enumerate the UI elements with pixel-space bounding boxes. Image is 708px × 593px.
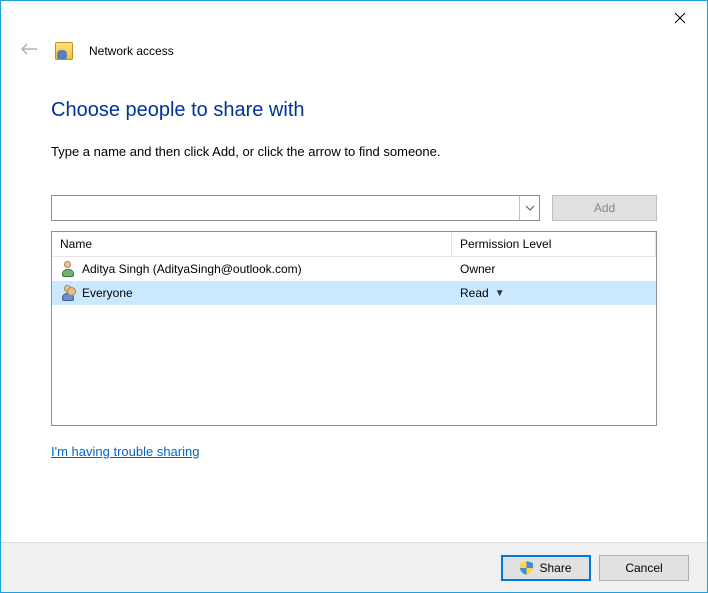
- page-heading: Choose people to share with: [51, 99, 657, 122]
- trouble-sharing-link[interactable]: I'm having trouble sharing: [51, 444, 199, 459]
- name-input[interactable]: [52, 196, 519, 220]
- permission-dropdown[interactable]: Read ▼: [460, 286, 505, 300]
- close-button[interactable]: [665, 7, 695, 29]
- back-arrow-icon[interactable]: [19, 41, 39, 61]
- row-permission: Read: [460, 286, 489, 300]
- share-button-label: Share: [539, 561, 571, 575]
- header-row: Network access: [1, 33, 707, 61]
- share-button[interactable]: Share: [501, 555, 591, 581]
- list-row[interactable]: Everyone Read ▼: [52, 281, 656, 305]
- row-name: Everyone: [82, 286, 133, 300]
- chevron-down-icon[interactable]: [519, 196, 539, 220]
- shield-icon: [520, 561, 533, 575]
- column-name[interactable]: Name: [52, 232, 452, 256]
- row-permission: Owner: [460, 262, 495, 276]
- network-access-icon: [55, 42, 73, 60]
- group-icon: [60, 285, 76, 301]
- permission-dropdown: Owner: [460, 262, 495, 276]
- row-name: Aditya Singh (AdityaSingh@outlook.com): [82, 262, 302, 276]
- column-permission[interactable]: Permission Level: [452, 232, 656, 256]
- caret-down-icon: ▼: [495, 288, 505, 299]
- add-button[interactable]: Add: [552, 195, 657, 221]
- footer: Share Cancel: [1, 542, 707, 592]
- name-combobox[interactable]: [51, 195, 540, 221]
- list-row[interactable]: Aditya Singh (AdityaSingh@outlook.com) Ow…: [52, 257, 656, 281]
- window-title: Network access: [89, 44, 174, 58]
- share-list: Name Permission Level Aditya Singh (Adit…: [51, 231, 657, 426]
- cancel-button[interactable]: Cancel: [599, 555, 689, 581]
- instruction-text: Type a name and then click Add, or click…: [51, 144, 657, 159]
- list-header: Name Permission Level: [52, 232, 656, 257]
- user-icon: [60, 261, 76, 277]
